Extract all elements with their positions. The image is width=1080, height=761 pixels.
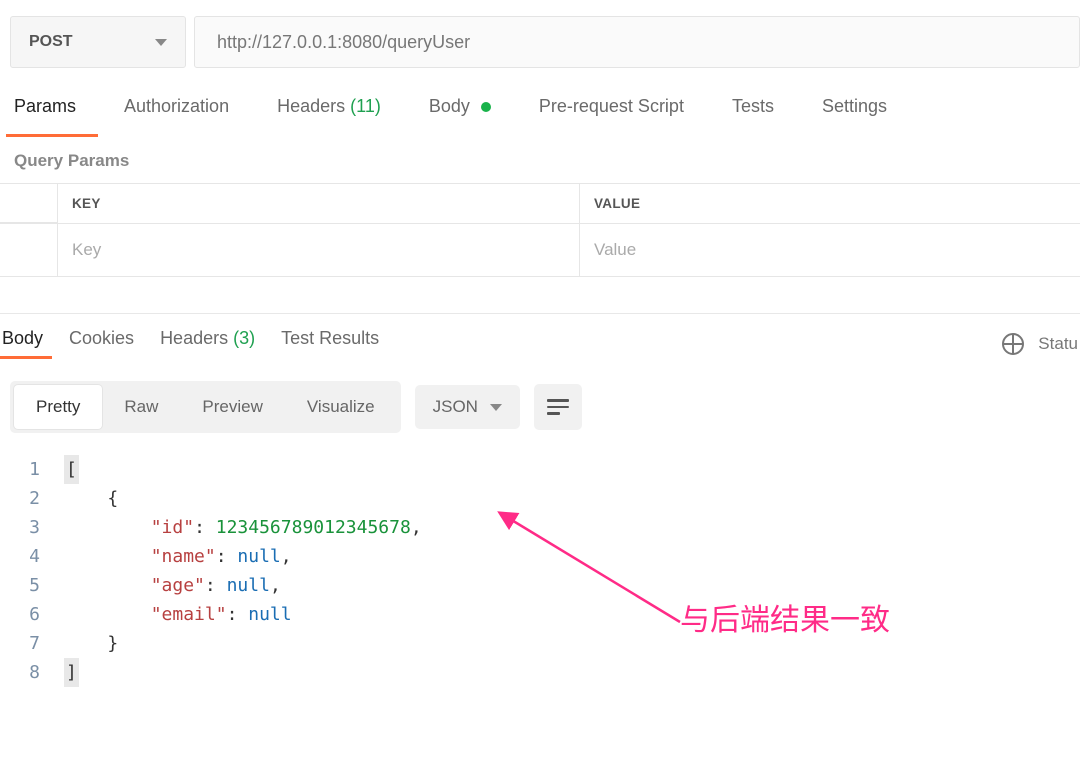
request-tabs: Params Authorization Headers (11) Body P… bbox=[0, 68, 1080, 137]
line-number: 6 bbox=[14, 600, 64, 629]
chevron-down-icon bbox=[155, 39, 167, 46]
resp-headers-count: (3) bbox=[233, 328, 255, 348]
code-text: { bbox=[64, 484, 118, 513]
line-number: 4 bbox=[14, 542, 64, 571]
tab-params[interactable]: Params bbox=[14, 96, 76, 127]
line-number: 3 bbox=[14, 513, 64, 542]
resp-headers-label: Headers bbox=[160, 328, 228, 348]
wrap-lines-icon bbox=[547, 399, 569, 415]
globe-icon[interactable] bbox=[1002, 333, 1024, 355]
resp-tab-headers[interactable]: Headers (3) bbox=[160, 328, 255, 359]
headers-count: (11) bbox=[350, 96, 381, 116]
url-input[interactable] bbox=[194, 16, 1080, 68]
tab-tests[interactable]: Tests bbox=[732, 96, 774, 127]
chevron-down-icon bbox=[490, 404, 502, 411]
tab-authorization[interactable]: Authorization bbox=[124, 96, 229, 127]
body-active-dot-icon bbox=[481, 102, 491, 112]
query-params-table: KEY VALUE bbox=[0, 183, 1080, 277]
tab-settings[interactable]: Settings bbox=[822, 96, 887, 127]
line-number: 7 bbox=[14, 629, 64, 658]
status-label: Statu bbox=[1038, 334, 1078, 354]
tab-body[interactable]: Body bbox=[429, 96, 491, 127]
http-method-select[interactable]: POST bbox=[10, 16, 186, 68]
view-visualize[interactable]: Visualize bbox=[285, 385, 397, 429]
code-text: "id": 123456789012345678, bbox=[64, 513, 422, 542]
view-raw[interactable]: Raw bbox=[102, 385, 180, 429]
code-line: 6 "email": null bbox=[14, 600, 1080, 629]
resp-tab-body[interactable]: Body bbox=[2, 328, 43, 359]
code-text: } bbox=[64, 629, 118, 658]
wrap-lines-button[interactable] bbox=[534, 384, 582, 430]
line-number: 1 bbox=[14, 455, 64, 484]
qp-header-key: KEY bbox=[58, 184, 580, 223]
code-text: "name": null, bbox=[64, 542, 292, 571]
format-label: JSON bbox=[433, 397, 478, 417]
view-pretty[interactable]: Pretty bbox=[14, 385, 102, 429]
qp-value-input[interactable] bbox=[594, 236, 1066, 264]
code-line: 5 "age": null, bbox=[14, 571, 1080, 600]
code-text: "age": null, bbox=[64, 571, 281, 600]
http-method-label: POST bbox=[29, 33, 73, 51]
view-mode-pills: Pretty Raw Preview Visualize bbox=[10, 381, 401, 433]
line-number: 8 bbox=[14, 658, 64, 687]
query-params-title: Query Params bbox=[0, 137, 1080, 183]
view-mode-row: Pretty Raw Preview Visualize JSON bbox=[0, 359, 1080, 441]
resp-tab-cookies[interactable]: Cookies bbox=[69, 328, 134, 359]
code-text: "email": null bbox=[64, 600, 292, 629]
code-line: 4 "name": null, bbox=[14, 542, 1080, 571]
code-text: ] bbox=[64, 658, 79, 687]
response-body-code[interactable]: 1[2 {3 "id": 123456789012345678,4 "name"… bbox=[0, 441, 1080, 687]
code-text: [ bbox=[64, 455, 79, 484]
code-line: 7 } bbox=[14, 629, 1080, 658]
response-tabs: Body Cookies Headers (3) Test Results St… bbox=[0, 314, 1080, 359]
tab-pre-request[interactable]: Pre-request Script bbox=[539, 96, 684, 127]
format-select[interactable]: JSON bbox=[415, 385, 520, 429]
code-line: 1[ bbox=[14, 455, 1080, 484]
tab-headers-label: Headers bbox=[277, 96, 345, 116]
request-url-bar: POST bbox=[0, 0, 1080, 68]
qp-key-input[interactable] bbox=[72, 236, 565, 264]
view-preview[interactable]: Preview bbox=[180, 385, 284, 429]
code-line: 3 "id": 123456789012345678, bbox=[14, 513, 1080, 542]
qp-header-value: VALUE bbox=[580, 184, 1080, 223]
code-line: 2 { bbox=[14, 484, 1080, 513]
tab-headers[interactable]: Headers (11) bbox=[277, 96, 381, 127]
line-number: 5 bbox=[14, 571, 64, 600]
resp-tab-test-results[interactable]: Test Results bbox=[281, 328, 379, 359]
line-number: 2 bbox=[14, 484, 64, 513]
tab-body-label: Body bbox=[429, 96, 470, 116]
code-line: 8] bbox=[14, 658, 1080, 687]
